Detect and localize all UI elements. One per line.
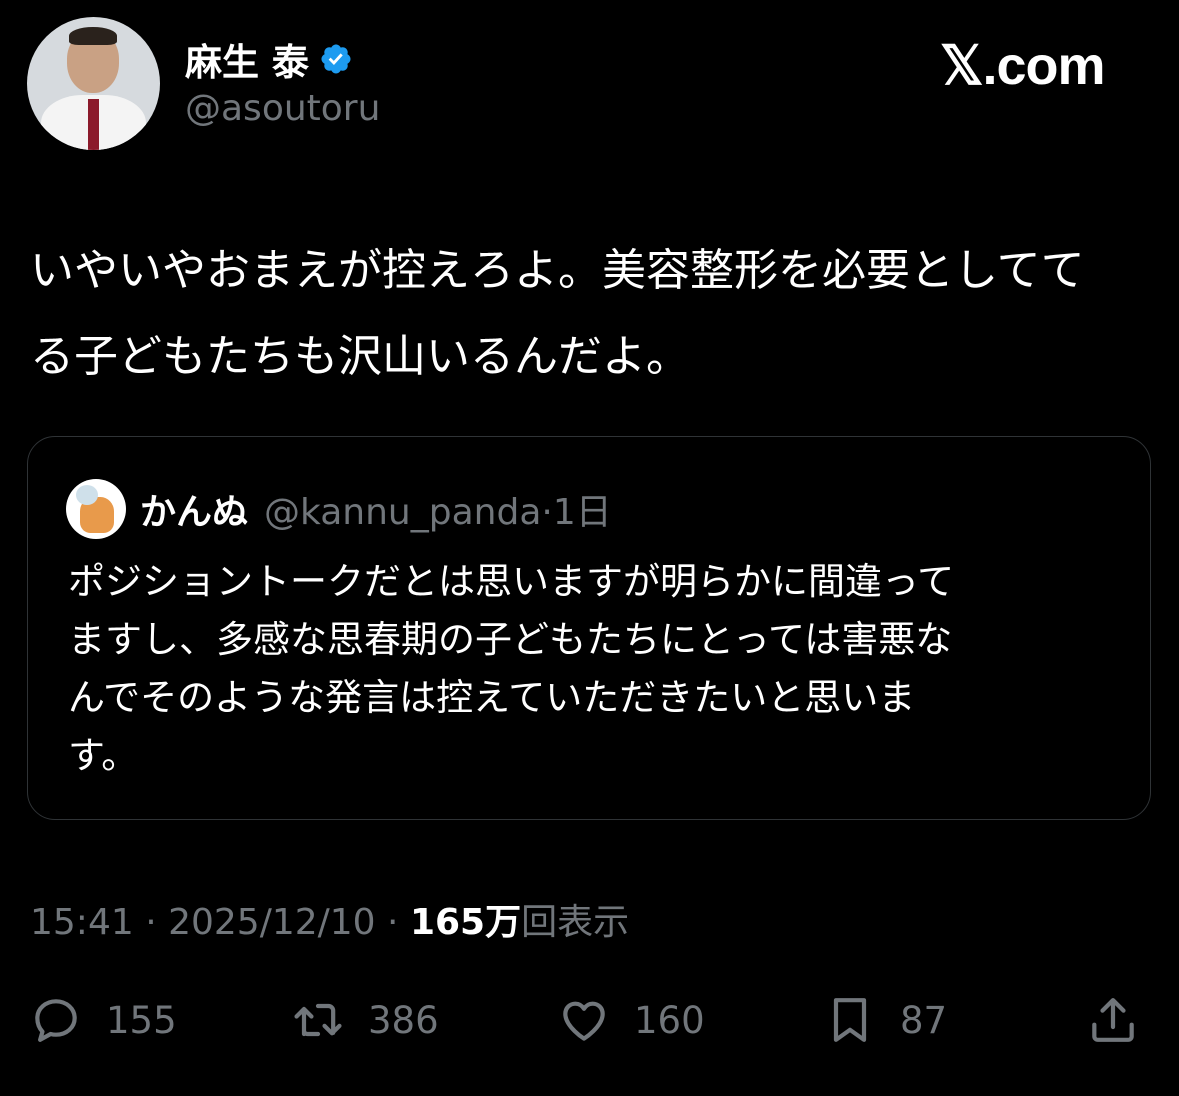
retweet-button[interactable]: 386: [290, 985, 439, 1055]
quoted-header: かんぬ @kannu_panda·1日: [140, 483, 612, 535]
author-name-row[interactable]: 麻生 泰: [185, 32, 353, 86]
bookmark-icon: [833, 998, 867, 1042]
reply-icon: [35, 999, 77, 1042]
quoted-line: す。: [68, 734, 139, 777]
quoted-line: ポジショントークだとは思いますが明らかに間違って: [68, 560, 955, 603]
quoted-avatar[interactable]: [66, 479, 126, 539]
reply-count: 155: [106, 998, 177, 1042]
heart-icon: [563, 1001, 605, 1041]
reply-button[interactable]: 155: [28, 985, 177, 1055]
author-name[interactable]: 麻生 泰: [185, 32, 309, 86]
separator: ·: [541, 492, 553, 533]
tweet-date[interactable]: 2025/12/10: [168, 902, 376, 943]
quoted-time[interactable]: 1日: [553, 492, 612, 533]
avatar-hair: [69, 27, 117, 45]
quoted-handle[interactable]: @kannu_panda: [264, 492, 541, 533]
bookmark-count: 87: [900, 998, 948, 1042]
quoted-line: ますし、多感な思春期の子どもたちにとっては害悪な: [68, 618, 953, 661]
tweet-meta: 15:41 · 2025/12/10 · 165万回表示: [30, 893, 629, 945]
retweet-count: 386: [368, 998, 439, 1042]
quoted-name[interactable]: かんぬ: [140, 483, 248, 535]
tweet-time[interactable]: 15:41: [30, 902, 134, 943]
tweet-line: いやいやおまえが控えろよ。美容整形を必要としてて: [30, 245, 1085, 296]
separator: ·: [133, 902, 169, 943]
action-bar: 155 386 160 87: [0, 985, 1179, 1055]
verified-badge-icon: [321, 44, 351, 74]
like-count: 160: [634, 998, 705, 1042]
share-button[interactable]: [1085, 985, 1141, 1055]
bookmark-button[interactable]: 87: [822, 985, 947, 1055]
avatar-panda: [76, 485, 98, 505]
view-label: 回表示: [521, 902, 630, 943]
view-count[interactable]: 165万: [410, 902, 521, 943]
quoted-text: ポジショントークだとは思いますが明らかに間違って ますし、多感な思春期の子どもた…: [68, 553, 1128, 785]
author-avatar[interactable]: [27, 17, 160, 150]
like-button[interactable]: 160: [556, 985, 705, 1055]
retweet-icon: [294, 1003, 342, 1037]
quoted-tweet[interactable]: かんぬ @kannu_panda·1日 ポジショントークだとは思いますが明らかに…: [27, 436, 1151, 820]
separator: ·: [375, 902, 410, 943]
share-icon: [1092, 998, 1134, 1042]
quoted-line: んでそのような発言は控えていただきたいと思いま: [68, 676, 916, 719]
avatar-tie: [88, 99, 99, 150]
tweet-text: いやいやおまえが控えろよ。美容整形を必要としてて る子どもたちも沢山いるんだよ。: [30, 228, 1150, 400]
tweet-line: る子どもたちも沢山いるんだよ。: [30, 331, 690, 382]
author-handle[interactable]: @asoutoru: [185, 88, 380, 129]
quoted-handle-line: @kannu_panda·1日: [264, 483, 612, 535]
brand-watermark: 𝕏.com: [940, 36, 1106, 96]
